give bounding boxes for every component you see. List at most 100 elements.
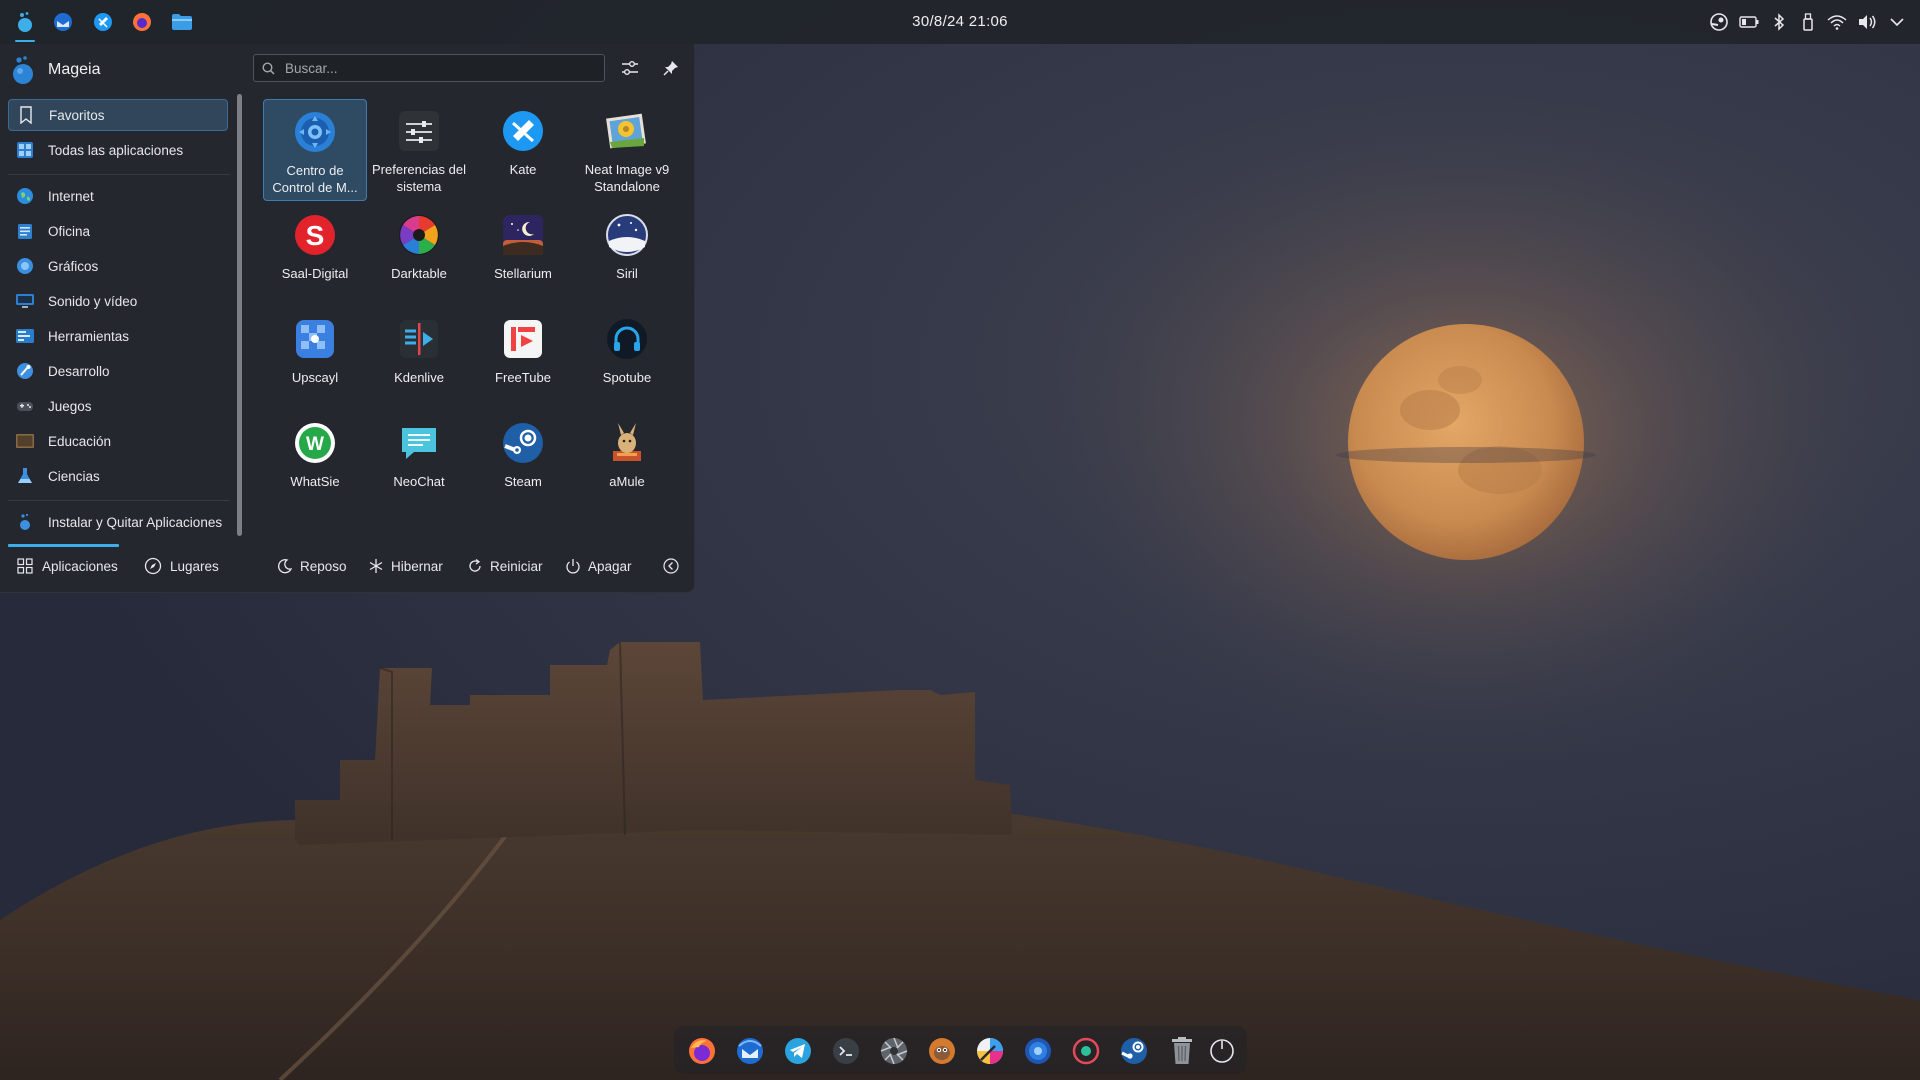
saal-digital-icon: S [291,211,339,259]
app-tile[interactable]: W WhatSie [263,411,367,513]
category-juegos[interactable]: Juegos [8,390,228,422]
telegram-icon [785,1038,811,1064]
app-label: Darktable [391,266,447,281]
app-tile[interactable]: Centro de Control de M... [263,99,367,201]
category-todas[interactable]: Todas las aplicaciones [8,134,228,166]
dock-item-gimp[interactable] [925,1034,959,1068]
dock-item-thunderbird[interactable] [733,1034,767,1068]
dock-item-trash[interactable] [1165,1034,1199,1068]
power-label: Reiniciar [490,558,543,574]
tray-expand-icon [1890,18,1904,27]
trash-icon [1172,1037,1192,1064]
dock-item-browser[interactable] [1021,1034,1055,1068]
category-instalar[interactable]: Instalar y Quitar Aplicaciones [8,506,228,538]
dock-item-recorder[interactable] [1069,1034,1103,1068]
app-tile[interactable]: Spotube [575,307,679,409]
category-desarrollo[interactable]: Desarrollo [8,355,228,387]
app-tile[interactable]: Darktable [367,203,471,305]
category-label: Todas las aplicaciones [48,142,184,158]
spotube-icon [603,315,651,363]
category-label: Favoritos [49,107,105,123]
graphics-icon [14,255,36,277]
neochat-icon [395,419,443,467]
office-icon [14,220,36,242]
snowflake-icon [366,556,386,576]
category-ciencias[interactable]: Ciencias [8,460,228,492]
app-tile[interactable]: Siril [575,203,679,305]
terminal-icon [833,1038,859,1064]
user-header[interactable]: Mageia [10,52,100,88]
app-tile[interactable]: Neat Image v9 Standalone [575,99,679,201]
multimedia-icon [14,290,36,312]
kate-launcher[interactable] [89,8,117,36]
app-tile[interactable]: Preferencias del sistema [367,99,471,201]
search-field[interactable] [253,54,605,82]
app-tile[interactable]: Kate [471,99,575,201]
firefox-launcher[interactable] [128,8,156,36]
dock-item-terminal[interactable] [829,1034,863,1068]
category-educacion[interactable]: Educación [8,425,228,457]
hibernar-button[interactable]: Hibernar [366,554,443,578]
all-apps-icon [14,139,36,161]
dock-item-telegram[interactable] [781,1034,815,1068]
app-label: Centro de Control de M... [272,163,358,195]
dock-item-steam[interactable] [1117,1034,1151,1068]
dock-item-power[interactable] [1205,1034,1239,1068]
sleep-icon [275,556,295,576]
dock-item-krita[interactable] [973,1034,1007,1068]
app-tile[interactable]: aMule [575,411,679,513]
gimp-icon [929,1038,955,1064]
dolphin-folder-icon [172,14,192,30]
app-label: Kate [509,162,537,177]
apagar-button[interactable]: Apagar [563,554,632,578]
globe-icon [14,185,36,207]
aperture-icon [880,1037,908,1065]
battery-icon [1739,16,1759,28]
app-label: Kdenlive [394,370,444,385]
category-sonido[interactable]: Sonido y vídeo [8,285,228,317]
category-label: Desarrollo [48,363,110,379]
steam-tray[interactable] [1708,11,1730,33]
device-tray[interactable] [1797,11,1819,33]
category-herramientas[interactable]: Herramientas [8,320,228,352]
configure-button[interactable] [618,56,642,80]
category-graficos[interactable]: Gráficos [8,250,228,282]
category-oficina[interactable]: Oficina [8,215,228,247]
app-label: Neat Image v9 Standalone [584,162,670,194]
app-tile[interactable]: NeoChat [367,411,471,513]
tab-aplicaciones[interactable]: Aplicaciones [15,553,118,579]
volume-tray[interactable] [1856,11,1878,33]
category-favoritos[interactable]: Favoritos [8,99,228,131]
reposo-button[interactable]: Reposo [275,554,347,578]
thunderbird-launcher[interactable] [49,8,77,36]
steam-icon [1121,1038,1147,1064]
app-tile[interactable]: Kdenlive [367,307,471,409]
battery-tray[interactable] [1738,11,1760,33]
app-tile[interactable]: Upscayl [263,307,367,409]
app-tile[interactable]: S Saal-Digital [263,203,367,305]
app-tile[interactable]: Steam [471,411,575,513]
dolphin-launcher[interactable] [168,8,196,36]
pin-button[interactable] [659,56,683,80]
more-power-button[interactable] [661,554,686,578]
tab-label: Aplicaciones [42,558,118,574]
tab-lugares[interactable]: Lugares [143,553,219,579]
science-icon [14,465,36,487]
category-internet[interactable]: Internet [8,180,228,212]
bluetooth-tray[interactable] [1768,11,1790,33]
sidebar-scrollbar[interactable] [237,94,242,536]
whatsie-icon: W [291,419,339,467]
app-label: aMule [609,474,645,489]
app-tile[interactable]: Stellarium [471,203,575,305]
dock-item-aperture[interactable] [877,1034,911,1068]
clock[interactable]: 30/8/24 21:06 [840,13,1080,30]
app-tile[interactable]: FreeTube [471,307,575,409]
dock-item-firefox[interactable] [685,1034,719,1068]
reiniciar-button[interactable]: Reiniciar [465,554,543,578]
kickoff-menu-button[interactable] [11,8,39,42]
network-tray[interactable] [1826,11,1848,33]
search-input[interactable] [283,59,587,77]
tray-expand[interactable] [1886,11,1908,33]
application-launcher-menu: Mageia Favoritos Todas las aplicaciones … [0,44,695,593]
category-label: Instalar y Quitar Aplicaciones [48,514,223,530]
